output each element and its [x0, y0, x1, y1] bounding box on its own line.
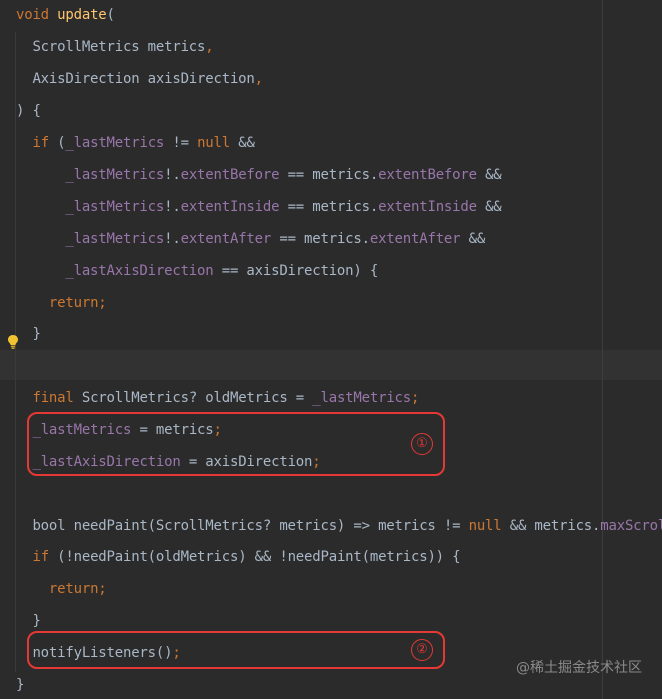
code-line[interactable]: _lastMetrics!.extentInside == metrics.ex…: [16, 197, 502, 217]
annotation-box-1: [27, 412, 445, 476]
code-line[interactable]: _lastMetrics!.extentAfter == metrics.ext…: [16, 229, 485, 249]
code-token: null: [468, 518, 502, 534]
code-token: ) {: [16, 103, 41, 119]
code-line[interactable]: ScrollMetrics metrics,: [16, 37, 214, 57]
code-token: extentBefore: [378, 167, 477, 183]
watermark: @稀土掘金技术社区: [516, 660, 642, 676]
code-line[interactable]: return;: [16, 293, 107, 313]
code-token: final: [32, 390, 74, 406]
code-token: &&: [230, 135, 255, 151]
code-token: extentInside: [180, 199, 280, 215]
code-token: !.: [164, 231, 181, 247]
code-token: ;: [411, 390, 420, 406]
code-line[interactable]: bool needPaint(ScrollMetrics? metrics) =…: [16, 516, 662, 536]
code-token: &&: [460, 231, 486, 247]
annotation-marker-1: ①: [411, 433, 433, 455]
code-token: == metrics.: [279, 199, 379, 215]
code-token: void: [16, 7, 58, 23]
code-token: ScrollMetrics? oldMetrics =: [73, 390, 313, 406]
code-line[interactable]: }: [16, 675, 24, 695]
code-token: extentInside: [378, 199, 477, 215]
code-token: if: [32, 549, 49, 565]
code-token: update: [57, 7, 107, 23]
current-line-highlight: [0, 350, 662, 380]
code-line[interactable]: return;: [16, 579, 107, 599]
code-line[interactable]: }: [16, 611, 41, 631]
code-line[interactable]: final ScrollMetrics? oldMetrics = _lastM…: [16, 388, 419, 408]
code-token: &&: [476, 167, 502, 183]
code-editor[interactable]: void update( ScrollMetrics metrics, Axis…: [0, 0, 662, 699]
code-token: AxisDirection axisDirection: [16, 71, 255, 87]
code-token: !=: [164, 135, 198, 151]
code-token: == metrics.: [279, 167, 379, 183]
code-line[interactable]: }: [16, 324, 41, 344]
code-token: !.: [164, 167, 181, 183]
code-token: (: [48, 135, 66, 151]
code-token: }: [16, 326, 41, 342]
annotation-box-2: [27, 631, 445, 669]
code-token: (!needPaint(oldMetrics) && !needPaint(me…: [48, 549, 461, 565]
code-line[interactable]: ) {: [16, 101, 41, 121]
code-token: && metrics.: [501, 518, 601, 534]
code-token: ,: [205, 39, 214, 55]
code-token: ;: [98, 295, 107, 311]
code-token: (: [106, 7, 115, 23]
code-token: null: [197, 135, 230, 151]
code-token: _lastMetrics: [65, 199, 165, 215]
code-token: }: [16, 677, 25, 693]
code-token: ScrollMetrics metrics: [16, 39, 206, 55]
code-token: extentAfter: [369, 231, 461, 247]
code-token: &&: [476, 199, 502, 215]
code-token: == axisDirection) {: [213, 263, 379, 279]
code-token: extentBefore: [180, 167, 280, 183]
lightbulb-icon[interactable]: [7, 334, 19, 350]
code-line[interactable]: if (!needPaint(oldMetrics) && !needPaint…: [16, 547, 460, 567]
code-token: _lastMetrics: [65, 135, 165, 151]
code-line[interactable]: _lastMetrics!.extentBefore == metrics.ex…: [16, 165, 502, 185]
code-line[interactable]: if (_lastMetrics != null &&: [16, 133, 255, 153]
code-line[interactable]: void update(: [16, 5, 115, 25]
code-token: _lastMetrics: [312, 390, 412, 406]
code-line[interactable]: AxisDirection axisDirection,: [16, 69, 263, 89]
code-token: _lastAxisDirection: [65, 263, 214, 279]
code-token: bool needPaint(ScrollMetrics? metrics) =…: [16, 518, 469, 534]
code-token: _lastMetrics: [65, 231, 165, 247]
code-token: extentAfter: [180, 231, 272, 247]
code-token: return: [48, 581, 99, 597]
code-token: }: [16, 613, 41, 629]
annotation-marker-2: ②: [411, 639, 433, 661]
code-token: == metrics.: [271, 231, 370, 247]
code-token: if: [32, 135, 49, 151]
code-token: maxScrollExtent: [600, 518, 662, 534]
code-token: ;: [98, 581, 107, 597]
right-margin-guide: [602, 0, 603, 699]
code-line[interactable]: _lastAxisDirection == axisDirection) {: [16, 261, 378, 281]
indent-guide: [15, 32, 16, 672]
code-token: _lastMetrics: [65, 167, 165, 183]
code-token: return: [48, 295, 99, 311]
code-token: ,: [254, 71, 263, 87]
code-token: !.: [164, 199, 181, 215]
